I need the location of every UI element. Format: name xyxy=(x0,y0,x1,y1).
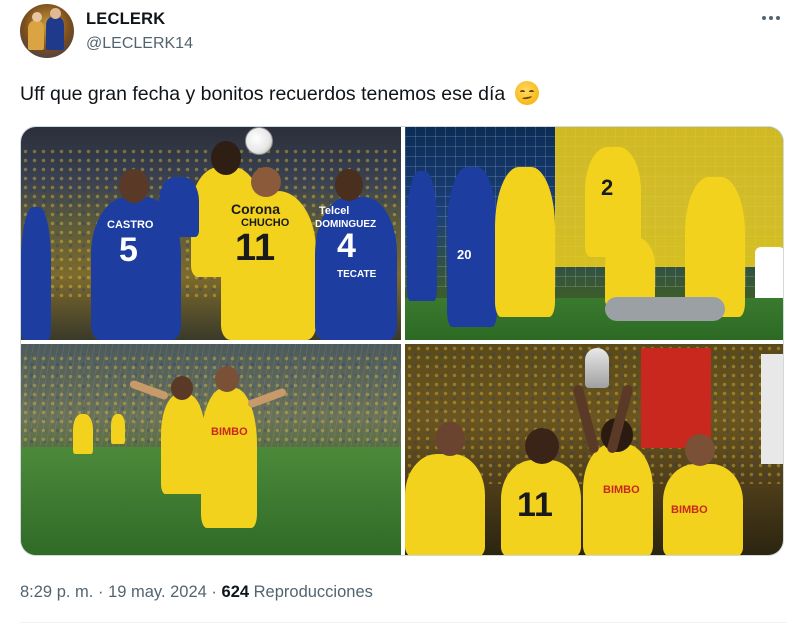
views-count: 624 xyxy=(221,583,250,601)
tweet-time[interactable]: 8:29 p. m. xyxy=(20,583,93,601)
smirking-face-icon xyxy=(515,81,540,105)
tweet-meta: 8:29 p. m. · 19 may. 2024 · 624 Reproduc… xyxy=(20,580,373,604)
author-handle[interactable]: @LECLERK14 xyxy=(86,33,193,55)
author-display-name[interactable]: LECLERK xyxy=(86,8,193,30)
photo-goal-celebration[interactable]: 20 2 xyxy=(405,127,783,340)
photo-header-duel[interactable]: CASTRO 5 Corona CHUCHO 11 Telcel DOMINGU… xyxy=(21,127,401,340)
photo-players-running-rain[interactable]: BIMBO xyxy=(21,344,401,555)
tweet-header: LECLERK @LECLERK14 xyxy=(20,4,787,60)
tweet-date[interactable]: 19 may. 2024 xyxy=(108,583,207,601)
tweet-text-content: Uff que gran fecha y bonitos recuerdos t… xyxy=(20,83,506,105)
media-grid: CASTRO 5 Corona CHUCHO 11 Telcel DOMINGU… xyxy=(20,126,784,556)
profile-avatar[interactable] xyxy=(20,4,74,58)
meta-separator: · xyxy=(211,583,217,601)
author-names: LECLERK @LECLERK14 xyxy=(86,8,193,55)
views-label: Reproducciones xyxy=(253,583,373,601)
photo-trophy-lift[interactable]: 11 BIMBO BIMBO xyxy=(405,344,783,555)
tweet-text: Uff que gran fecha y bonitos recuerdos t… xyxy=(20,80,540,108)
meta-separator: · xyxy=(97,583,104,601)
more-options-icon[interactable] xyxy=(757,8,785,28)
divider xyxy=(20,622,787,623)
